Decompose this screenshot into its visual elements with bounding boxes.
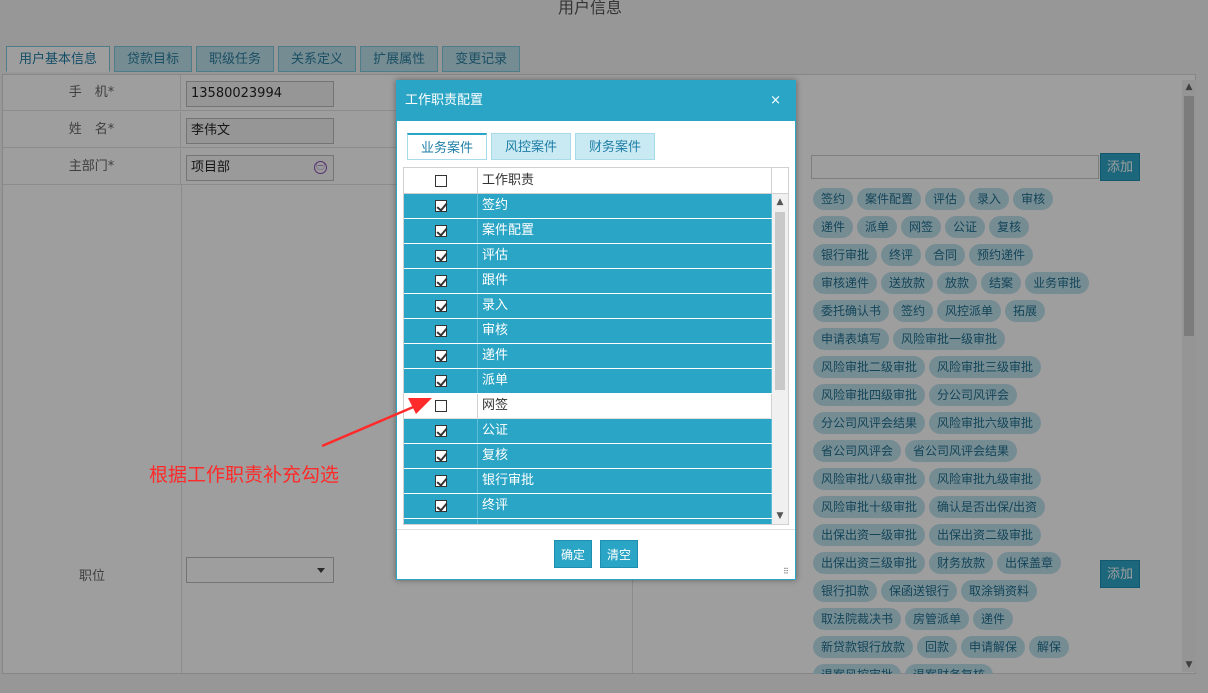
arrow-line <box>321 403 419 448</box>
arrow-head <box>408 398 432 414</box>
annotation-text: 根据工作职责补充勾选 <box>149 464 340 486</box>
annotation-arrow <box>321 398 432 448</box>
